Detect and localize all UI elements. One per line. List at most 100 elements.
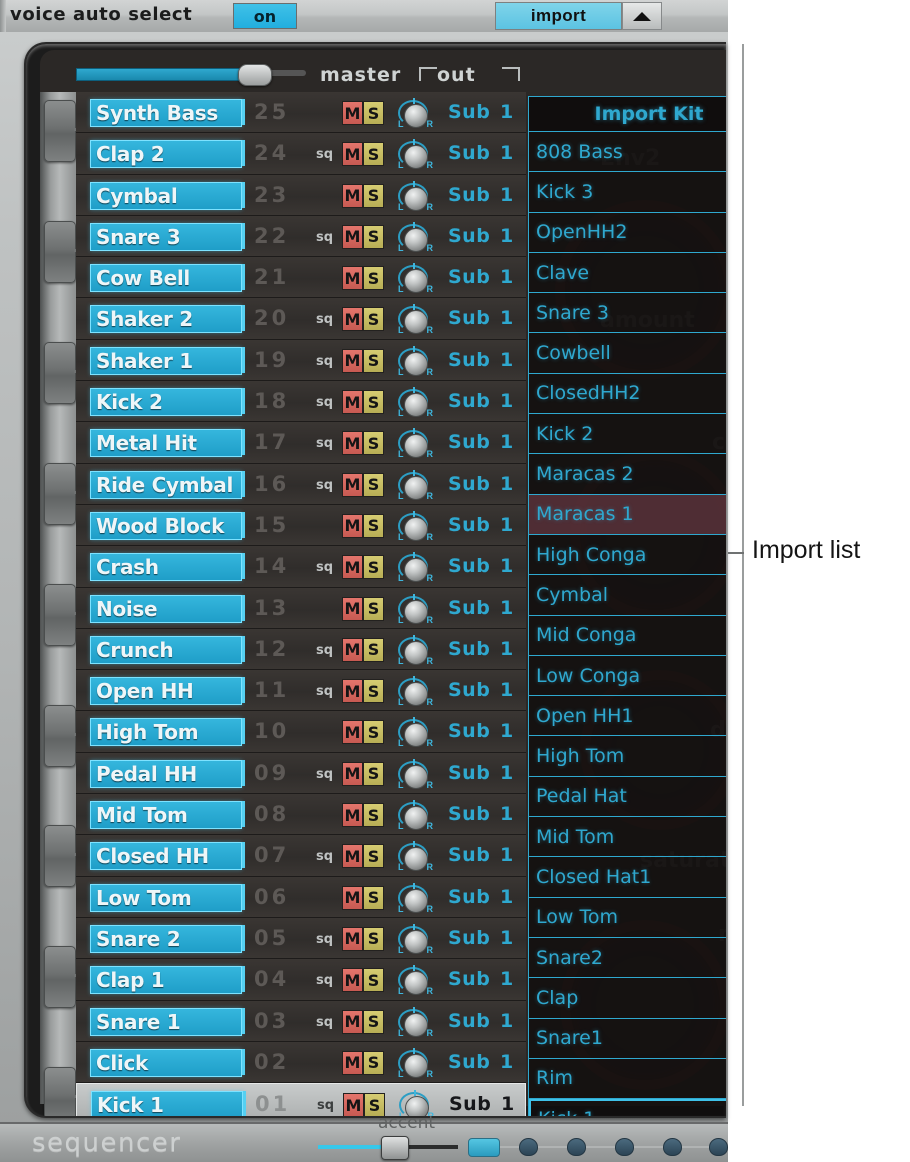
- solo-button[interactable]: S: [363, 513, 384, 538]
- channel-name-field[interactable]: Snare 1: [90, 1007, 242, 1036]
- channel-row[interactable]: Metal Hit 17 sq M S L R Sub 1: [76, 422, 526, 464]
- output-bus-number[interactable]: 1: [501, 1093, 514, 1115]
- channel-row[interactable]: Click 02 M S L R Sub 1: [76, 1041, 526, 1084]
- output-bus-number[interactable]: 1: [500, 927, 513, 949]
- channel-row[interactable]: Cymbal 23 M S L R Sub 1: [76, 174, 526, 216]
- mute-button[interactable]: M: [342, 1009, 363, 1034]
- import-menu-button[interactable]: [622, 2, 662, 30]
- pan-knob[interactable]: LR: [398, 263, 433, 294]
- channel-group-tab[interactable]: [44, 1067, 76, 1116]
- channel-name-field[interactable]: Kick 2: [90, 388, 242, 417]
- channel-row[interactable]: Shaker 2 20 sq M S L R Sub 1: [76, 298, 526, 340]
- step-led[interactable]: [663, 1138, 682, 1156]
- accent-slider-handle[interactable]: [381, 1136, 409, 1160]
- output-bus-label[interactable]: Sub: [448, 514, 490, 536]
- channel-name-field[interactable]: Mid Tom: [90, 801, 242, 830]
- voice-auto-select-toggle[interactable]: on: [233, 3, 297, 29]
- output-bus-number[interactable]: 1: [500, 101, 513, 123]
- output-bus-number[interactable]: 1: [500, 349, 513, 371]
- channel-row[interactable]: Open HH 11 sq M S L R Sub 1: [76, 670, 526, 712]
- solo-button[interactable]: S: [363, 224, 384, 249]
- channel-name-field[interactable]: Wood Block: [90, 511, 242, 540]
- mute-button[interactable]: M: [342, 761, 363, 786]
- channel-name-field[interactable]: Open HH: [90, 677, 242, 706]
- pan-knob[interactable]: LR: [398, 469, 433, 501]
- output-bus-label[interactable]: Sub: [448, 555, 490, 577]
- solo-button[interactable]: S: [363, 596, 384, 621]
- mute-button[interactable]: M: [342, 472, 363, 497]
- import-list-item[interactable]: Rim: [529, 1059, 726, 1100]
- pan-knob[interactable]: LR: [398, 758, 433, 790]
- pan-knob[interactable]: LR: [398, 345, 433, 377]
- mute-button[interactable]: M: [342, 596, 363, 621]
- output-bus-number[interactable]: 1: [500, 431, 513, 453]
- channel-row[interactable]: Kick 2 18 sq M S L R Sub 1: [76, 381, 526, 423]
- channel-name-field[interactable]: Kick 1: [91, 1091, 243, 1116]
- channel-group-tab[interactable]: [44, 583, 76, 646]
- channel-group-tab[interactable]: [44, 704, 76, 767]
- output-bus-label[interactable]: Sub: [448, 390, 490, 412]
- channel-name-field[interactable]: Closed HH: [90, 842, 242, 871]
- solo-button[interactable]: S: [363, 307, 384, 332]
- pan-knob[interactable]: LR: [398, 634, 433, 666]
- output-bus-number[interactable]: 1: [500, 720, 513, 742]
- import-list-item[interactable]: High Tom: [529, 736, 726, 777]
- channel-name-field[interactable]: Crunch: [90, 635, 242, 664]
- import-list-item[interactable]: Snare1sq: [529, 1019, 726, 1059]
- output-bus-number[interactable]: 1: [500, 307, 513, 329]
- mute-button[interactable]: M: [342, 926, 363, 951]
- pan-knob[interactable]: LR: [398, 841, 433, 872]
- channel-row[interactable]: Snare 2 05 sq M S L R Sub 1: [76, 917, 526, 960]
- channel-row[interactable]: Kick 1 01 sq M S L R Sub 1: [76, 1083, 526, 1116]
- channel-name-field[interactable]: Crash: [90, 553, 242, 582]
- channel-row[interactable]: Wood Block 15 M S L R Sub 1: [76, 504, 526, 547]
- import-button[interactable]: import: [495, 2, 622, 30]
- step-led-active[interactable]: [468, 1138, 500, 1157]
- output-bus-label[interactable]: Sub: [448, 803, 490, 825]
- mute-button[interactable]: M: [343, 1093, 364, 1116]
- channel-name-field[interactable]: Snare 2: [90, 924, 242, 953]
- import-list-item[interactable]: ClosedHH2: [529, 374, 726, 415]
- solo-button[interactable]: S: [363, 348, 384, 373]
- pan-knob[interactable]: LR: [398, 717, 433, 748]
- channel-row[interactable]: Snare 3 22 sq M S L R Sub 1: [76, 215, 526, 258]
- channel-name-field[interactable]: Pedal HH: [90, 759, 242, 788]
- output-bus-label[interactable]: Sub: [448, 762, 490, 784]
- output-bus-label[interactable]: Sub: [448, 431, 490, 453]
- output-bus-number[interactable]: 1: [500, 142, 513, 164]
- channel-row[interactable]: Low Tom 06 M S L R Sub 1: [76, 876, 526, 918]
- import-list-item[interactable]: Open HH1: [529, 696, 726, 737]
- output-bus-number[interactable]: 1: [500, 638, 513, 660]
- output-bus-label[interactable]: Sub: [448, 184, 490, 206]
- channel-name-field[interactable]: Snare 3: [90, 222, 242, 251]
- import-list-item[interactable]: Kick 3: [529, 172, 726, 213]
- channel-name-field[interactable]: Ride Cymbal: [90, 470, 242, 499]
- mute-button[interactable]: M: [342, 885, 363, 910]
- import-list-item[interactable]: Cymbal: [529, 575, 726, 616]
- output-bus-label[interactable]: Sub: [448, 266, 490, 288]
- import-list-item[interactable]: 808 Bass: [529, 132, 726, 173]
- pan-knob[interactable]: LR: [398, 304, 433, 335]
- output-bus-label[interactable]: Sub: [448, 927, 490, 949]
- mute-button[interactable]: M: [342, 1050, 363, 1075]
- output-bus-label[interactable]: Sub: [448, 307, 490, 329]
- solo-button[interactable]: S: [363, 761, 384, 786]
- solo-button[interactable]: S: [363, 844, 384, 869]
- output-bus-label[interactable]: Sub: [448, 473, 490, 495]
- output-bus-number[interactable]: 1: [500, 762, 513, 784]
- output-bus-label[interactable]: Sub: [448, 142, 490, 164]
- step-led[interactable]: [519, 1138, 538, 1156]
- output-bus-label[interactable]: Sub: [448, 844, 490, 866]
- solo-button[interactable]: S: [363, 555, 384, 580]
- channel-group-tab[interactable]: [44, 220, 76, 283]
- pan-knob[interactable]: LR: [398, 593, 433, 625]
- channel-row[interactable]: Clap 1 04 sq M S L R Sub 1: [76, 959, 526, 1001]
- channel-name-field[interactable]: Low Tom: [90, 883, 242, 912]
- import-list-item[interactable]: Kick 2: [529, 414, 726, 455]
- mute-button[interactable]: M: [342, 348, 363, 373]
- pan-knob[interactable]: LR: [398, 428, 433, 459]
- output-bus-number[interactable]: 1: [500, 184, 513, 206]
- output-bus-label[interactable]: Sub: [448, 101, 490, 123]
- solo-button[interactable]: S: [363, 679, 384, 704]
- solo-button[interactable]: S: [363, 183, 384, 208]
